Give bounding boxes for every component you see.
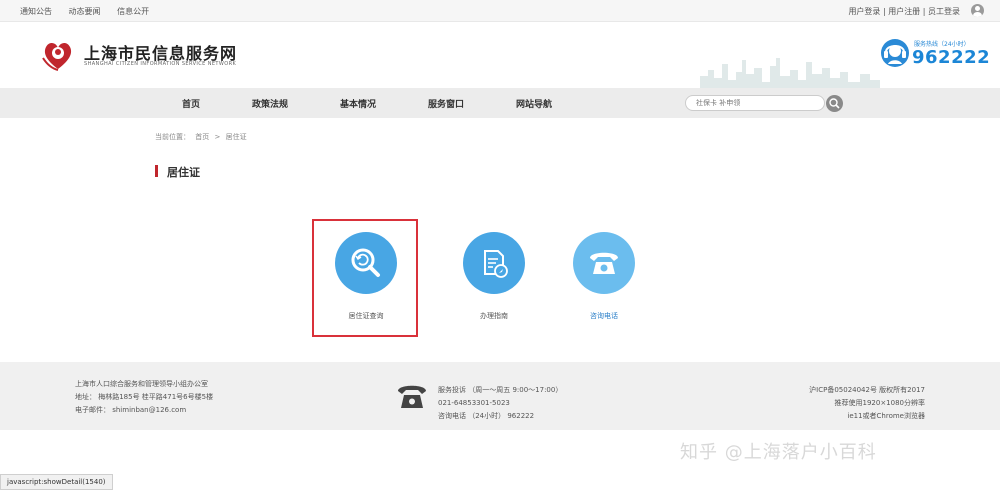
service-label[interactable]: 居住证查询 (333, 311, 399, 321)
search-input[interactable] (685, 95, 825, 111)
footer-telephone-icon (398, 385, 426, 408)
footer-address: 地址： 梅林路185号 桂平路471号6号楼5楼 (75, 393, 214, 401)
breadcrumb-label: 当前位置： (155, 133, 190, 141)
site-header: 上海市民信息服务网 SHANGHAI CITIZEN INFORMATION S… (0, 22, 1000, 88)
footer-org: 上海市人口综合服务和管理领导小组办公室 (75, 380, 208, 388)
search-icon (829, 98, 840, 109)
browser-status-bar: javascript:showDetail(1540) (0, 474, 113, 490)
footer-browser: ie11或者Chrome浏览器 (847, 412, 925, 420)
top-link-news[interactable]: 动态要闻 (69, 7, 101, 16)
nav-item-overview[interactable]: 基本情况 (340, 97, 376, 110)
main-nav: 首页 政策法规 基本情况 服务窗口 网站导航 (0, 88, 1000, 118)
footer-contact-info: 上海市人口综合服务和管理领导小组办公室 地址： 梅林路185号 桂平路471号6… (75, 378, 213, 417)
search-button[interactable] (826, 95, 843, 112)
breadcrumb: 当前位置： 首页 > 居住证 (155, 132, 250, 142)
top-link-notice[interactable]: 通知公告 (20, 7, 52, 16)
page: 通知公告 动态要闻 信息公开 用户登录 | 用户注册 | 员工登录 上海市民信息… (0, 0, 1000, 490)
user-avatar-icon[interactable] (971, 4, 984, 17)
hotline-headset-icon (881, 39, 909, 67)
city-skyline-decoration (700, 58, 880, 88)
telephone-icon (590, 252, 618, 274)
service-circle (335, 232, 397, 294)
site-logo-icon[interactable] (40, 36, 76, 72)
footer-service-info: 服务投诉 （周一～周五 9:00～17:00） 021-64853301-502… (438, 384, 562, 423)
service-circle (463, 232, 525, 294)
user-links[interactable]: 用户登录 | 用户注册 | 员工登录 (848, 6, 960, 17)
watermark: 知乎 @上海落户小百科 (680, 442, 877, 463)
title-accent-bar (155, 165, 158, 177)
service-consult-phone[interactable]: 咨询电话 (571, 232, 637, 321)
breadcrumb-home[interactable]: 首页 (195, 133, 209, 141)
service-application-guide[interactable]: 办理指南 (461, 232, 527, 321)
footer-email: 电子邮件： shiminban@126.com (75, 406, 187, 414)
top-links: 通知公告 动态要闻 信息公开 (20, 6, 163, 17)
footer-service-hours: 服务投诉 （周一～周五 9:00～17:00） (438, 386, 563, 394)
footer-consult: 咨询电话 （24小时） 962222 (438, 412, 535, 420)
hotline-number: 962222 (912, 47, 991, 68)
nav-item-home[interactable]: 首页 (182, 97, 200, 110)
nav-item-service-window[interactable]: 服务窗口 (428, 97, 464, 110)
footer-phone: 021-64853301-5023 (438, 399, 510, 407)
breadcrumb-current: 居住证 (225, 133, 247, 141)
service-residence-permit-query[interactable]: 居住证查询 (333, 232, 399, 321)
breadcrumb-separator: > (214, 133, 221, 141)
search-refresh-icon (351, 248, 380, 277)
site-subtitle: SHANGHAI CITIZEN INFORMATION SERVICE NET… (84, 61, 237, 67)
site-footer: 上海市人口综合服务和管理领导小组办公室 地址： 梅林路185号 桂平路471号6… (0, 362, 1000, 430)
nav-item-policies[interactable]: 政策法规 (252, 97, 288, 110)
service-label[interactable]: 咨询电话 (571, 311, 637, 321)
page-title: 居住证 (167, 166, 200, 179)
document-compass-icon (484, 250, 508, 278)
top-link-disclosure[interactable]: 信息公开 (117, 7, 149, 16)
footer-resolution: 推荐使用1920×1080分辨率 (834, 399, 926, 407)
footer-icp[interactable]: 沪ICP备05024042号 版权所有2017 (809, 384, 925, 397)
footer-legal-info: 沪ICP备05024042号 版权所有2017 推荐使用1920×1080分辨率… (809, 384, 925, 423)
top-bar: 通知公告 动态要闻 信息公开 用户登录 | 用户注册 | 员工登录 (0, 0, 1000, 22)
service-label[interactable]: 办理指南 (461, 311, 527, 321)
service-circle (573, 232, 635, 294)
nav-item-site-map[interactable]: 网站导航 (516, 97, 552, 110)
